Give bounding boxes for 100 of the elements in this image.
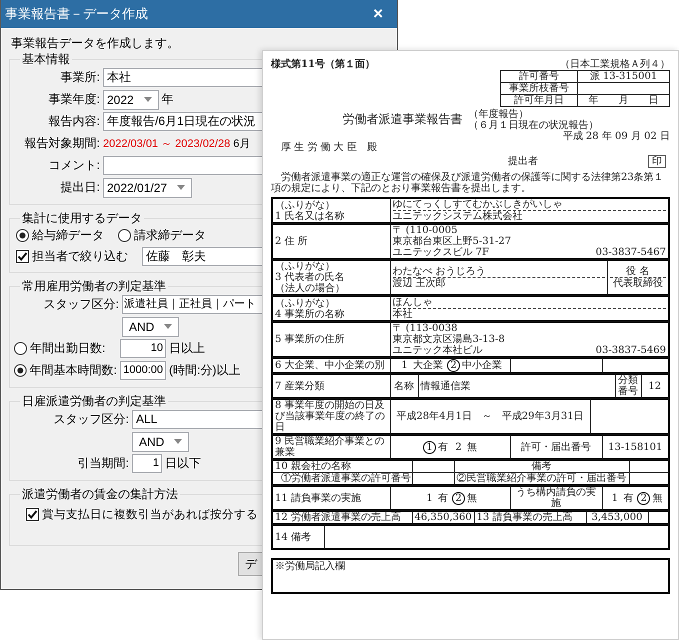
table-cell: 分類番号 — [615, 374, 641, 398]
caret-icon — [144, 97, 152, 102]
report-type: （年度報告） — [468, 109, 530, 120]
document-title: 労働者派遣事業報告書 — [342, 113, 462, 127]
option-number: 2 — [447, 359, 460, 372]
address-line: ユニテックスビル 7F — [392, 247, 489, 258]
staff-field[interactable]: 佐藤 彰夫 — [142, 247, 263, 266]
table-cell: 13-158101 — [608, 442, 662, 452]
group-title: 派遣労働者の賃金の集計方法 — [21, 487, 179, 501]
addressee: 厚 生 労 働 大 臣 殿 — [281, 142, 377, 153]
radio-button[interactable]: 年間出勤日数: — [14, 340, 117, 357]
number-field[interactable]: 10 — [120, 339, 166, 358]
field-label: 事業年度: — [48, 91, 100, 108]
field-label: 引当期間: — [76, 455, 129, 472]
unit-label: 年 — [162, 91, 174, 108]
field-label: スタッフ区分: — [52, 411, 129, 428]
table-cell-text: （ふりがな） — [275, 200, 336, 210]
option-number: 2 — [452, 492, 465, 504]
table-cell-text: 4 事業所の名称 — [275, 308, 346, 320]
unit-label: 日以上 — [169, 340, 205, 357]
option-label: 無 — [467, 492, 477, 504]
group-title: 集計に使用するデータ — [21, 211, 143, 225]
table-cell: 46,350,360 — [412, 511, 474, 524]
table-cell: 9 民営職業紹介事業との兼業 — [272, 435, 390, 459]
caret-icon — [177, 185, 186, 190]
group-title: 常用雇用労働者の判定基準 — [21, 279, 167, 293]
address-line: ユニテック本社ビル — [392, 345, 482, 356]
table-cell: 派 13-315001 — [578, 70, 670, 82]
table-cell: 備考 — [454, 460, 629, 472]
text-field[interactable]: 年度報告/6月1日現在の状況 — [103, 112, 263, 131]
submitter-label: 提出者 — [508, 156, 538, 167]
radio-button[interactable]: 請求締データ — [118, 227, 206, 244]
operator-dropdown[interactable]: AND — [132, 432, 190, 452]
address-line: 〒 (110-0005 — [392, 225, 458, 236]
option-number: 2 — [454, 440, 463, 454]
unit-label: 日以下 — [165, 455, 201, 472]
table-cell-text: （法人の場合） — [275, 283, 346, 294]
create-button[interactable]: デ — [238, 552, 263, 576]
option-number: 1 — [425, 492, 434, 504]
caret-icon — [164, 324, 172, 329]
group-title: 日雇派遣労働者の判定基準 — [21, 394, 167, 408]
option-label: 有 — [623, 492, 634, 504]
window-title: 事業報告書－データ作成 — [5, 5, 148, 23]
number-field[interactable]: 1 — [132, 454, 162, 473]
option-number: 1 — [423, 440, 436, 454]
option-label: 有 — [438, 492, 448, 504]
period-note: 6月 — [233, 137, 250, 151]
address-line: 〒 (113-0038 — [392, 323, 458, 334]
table-cell: 10 親会社の名称 — [272, 460, 412, 472]
phone-number: 03-3837-5467 — [596, 247, 666, 258]
table-cell: 許可番号 — [500, 70, 578, 82]
field-label: 報告対象期間: — [24, 135, 100, 152]
unit-label: (時間:分)以上 — [169, 362, 240, 379]
table-cell-text: （ふりがな） — [275, 261, 335, 272]
checkbox[interactable]: 担当者で絞り込む — [16, 248, 128, 265]
number-field[interactable]: 1000:00 — [120, 361, 166, 380]
field-label: 報告内容: — [48, 113, 100, 130]
operator-dropdown[interactable]: AND — [122, 316, 180, 336]
option-number: 2 — [637, 492, 650, 504]
table-cell-text: ユニテックシステム株式会社 — [392, 211, 524, 222]
group-title: 基本情報 — [21, 52, 71, 66]
table-cell: 事業所枝番号 — [500, 82, 578, 94]
intro-text: 事業報告データを作成します。 — [11, 35, 180, 52]
radio-button[interactable]: 給与締データ — [16, 227, 104, 244]
table-cell: 許可年月日 — [500, 94, 578, 106]
table-cell: 情報通信業 — [418, 374, 615, 398]
report-date: 平成 28 年 09 月 02 日 — [562, 131, 670, 142]
table-cell-text: 本社 — [392, 309, 414, 320]
table-cell-text: （ふりがな） — [275, 298, 336, 308]
close-button[interactable]: × — [369, 4, 387, 24]
dropdown[interactable]: 2022/01/27 — [103, 178, 192, 198]
table-cell-text: 渡辺 王次郎 — [392, 278, 447, 289]
option-number: 1 — [400, 359, 409, 372]
option-number: 1 — [610, 492, 619, 504]
staff-type-field[interactable]: 派遣社員｜正社員｜パート — [122, 295, 263, 314]
paper-size: （日本工業規格Ａ列４） — [560, 59, 670, 70]
table-cell: ほんしゃ — [392, 297, 432, 308]
checkbox[interactable]: 賞与支払日に複数引当があれば按分する — [26, 507, 258, 522]
period-value: 2022/03/01 ～ 2023/02/28 — [103, 137, 230, 151]
field-label: スタッフ区分: — [42, 296, 119, 313]
staff-type-field[interactable]: ALL — [132, 410, 263, 429]
dropdown[interactable]: 2022 — [103, 90, 159, 110]
table-cell: 役 名 — [626, 266, 650, 277]
field-label: 事業所: — [60, 69, 100, 86]
option-label: 中小企業 — [462, 360, 502, 371]
text-field[interactable]: 本社 — [103, 68, 263, 87]
table-cell: ②民営職業紹介事業の許可・届出番号 — [454, 472, 629, 485]
caret-icon — [174, 439, 182, 444]
office-use-label: ※労働局記入欄 — [275, 561, 345, 572]
table-cell-text: 3 代表者の氏名 — [275, 272, 346, 283]
option-label: 有 — [438, 442, 448, 452]
field-label: 提出日: — [60, 179, 100, 196]
address-line: 東京都文京区湯島3-13-8 — [392, 334, 506, 345]
seal-box: 印 — [648, 155, 666, 168]
intro-paragraph: 労働者派遣事業の適正な運営の確保及び派遣労働者の保護等に関する法律第23条第１項の規定により、下記のとおり事業報告書を提出します。 — [271, 172, 665, 194]
address-line: 東京都台東区上野5-31-27 — [392, 236, 512, 247]
field-label: コメント: — [48, 157, 100, 174]
radio-button[interactable]: 年間基本時間数: — [14, 362, 117, 379]
text-field[interactable] — [103, 156, 263, 175]
table-cell: わたなべ おうじろう — [392, 266, 486, 277]
